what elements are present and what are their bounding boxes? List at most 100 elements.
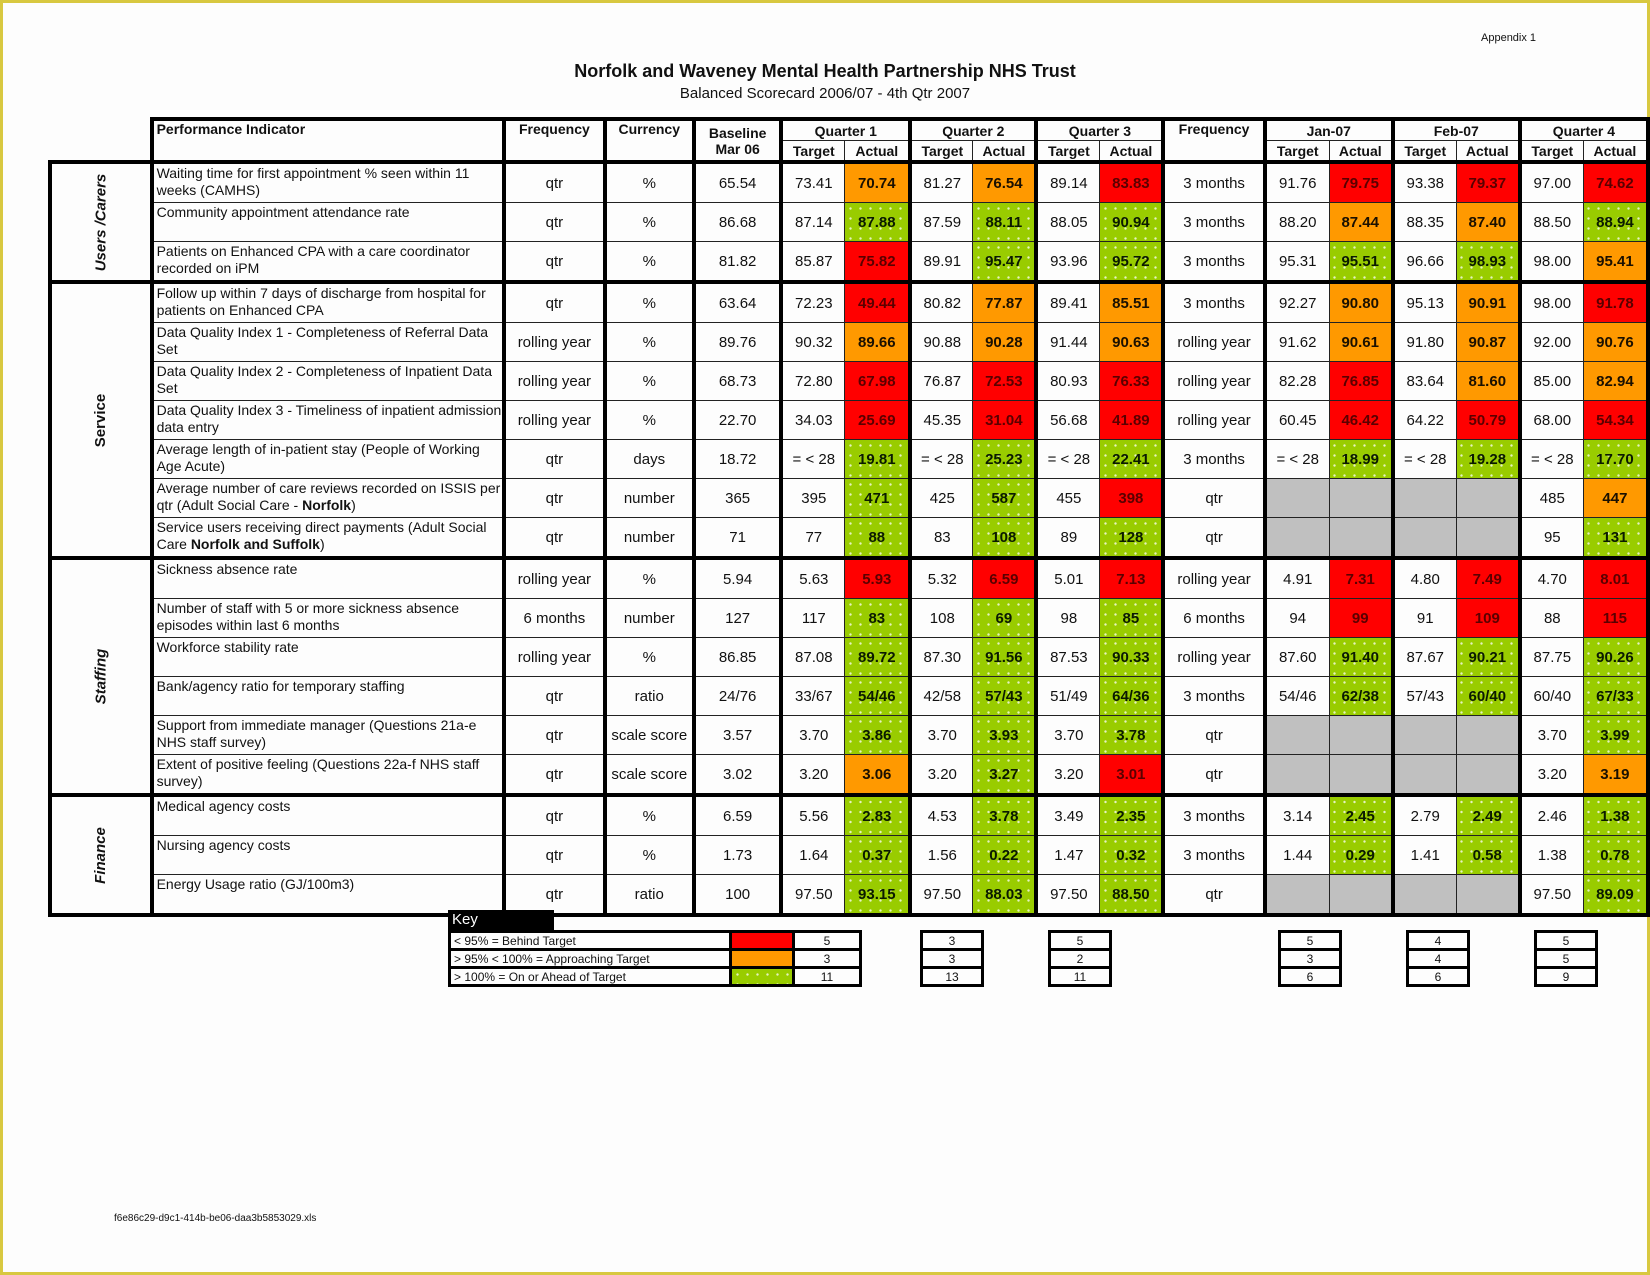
key-swatch-green (729, 966, 795, 987)
q2-target-cell: 97.50 (909, 874, 974, 917)
feb-actual-cell: 60/40 (1455, 676, 1522, 716)
q2-target-cell: 425 (909, 478, 974, 518)
q2-actual-cell: 6.59 (972, 556, 1039, 599)
frequency-2-cell: rolling year (1162, 322, 1267, 362)
summary-jan-approaching: 3 (1278, 948, 1342, 969)
indicator-name: Data Quality Index 2 - Completeness of I… (151, 361, 507, 401)
table-row: Data Quality Index 2 - Completeness of I… (50, 361, 1650, 401)
feb-target-cell: = < 28 (1392, 439, 1457, 479)
q3-actual-cell: 128 (1099, 517, 1166, 559)
currency-cell: scale score (604, 715, 696, 755)
q1-actual-cell: 3.06 (844, 754, 913, 796)
q2-actual-cell: 90.28 (972, 322, 1039, 362)
q3-actual-cell: 0.32 (1099, 835, 1166, 875)
indicator-text-bold: Norfolk (302, 497, 352, 513)
q3-target-cell: = < 28 (1035, 439, 1101, 479)
frequency-2-cell: qtr (1162, 874, 1267, 917)
q4-target-cell: 97.50 (1519, 874, 1584, 917)
frequency-2-cell: qtr (1162, 478, 1267, 518)
q4-actual-cell: 67/33 (1582, 676, 1650, 716)
q4-actual-cell: 1.38 (1582, 793, 1650, 836)
feb-actual-cell (1455, 478, 1522, 518)
table-row: Community appointment attendance rate qtr… (50, 202, 1650, 242)
q3-target-cell: 91.44 (1035, 322, 1101, 362)
q1-target-cell: 87.08 (780, 637, 846, 677)
currency-cell: % (604, 241, 696, 283)
summary-feb-behind: 4 (1406, 930, 1470, 951)
currency-cell: % (604, 556, 696, 599)
jan-actual-cell: 90.80 (1328, 280, 1395, 323)
q4-target-cell: 68.00 (1519, 400, 1584, 440)
jan-target-cell: 95.31 (1264, 241, 1330, 283)
feb-target-cell: 87.67 (1392, 637, 1457, 677)
header-q2: Quarter 2 (909, 117, 1039, 141)
q3-actual-cell: 2.35 (1099, 793, 1166, 836)
frequency-cell: qtr (503, 835, 607, 875)
jan-actual-cell (1328, 478, 1395, 518)
baseline-cell: 86.68 (693, 202, 784, 242)
q4-target-cell: 88.50 (1519, 202, 1584, 242)
q3-actual-cell: 88.50 (1099, 874, 1166, 917)
table-row: Patients on Enhanced CPA with a care coo… (50, 241, 1650, 283)
feb-target-cell: 4.80 (1392, 556, 1457, 599)
feb-target-cell (1392, 715, 1457, 755)
summary-jan: 5 3 6 (1278, 930, 1342, 987)
q4-actual-cell: 90.76 (1582, 322, 1650, 362)
frequency-cell: qtr (503, 874, 607, 917)
feb-target-cell (1392, 874, 1457, 917)
currency-cell: % (604, 793, 696, 836)
currency-cell: number (604, 598, 696, 638)
jan-actual-cell: 18.99 (1328, 439, 1395, 479)
indicator-text: Patients on Enhanced CPA with a care coo… (156, 243, 470, 276)
q4-target-cell: 87.75 (1519, 637, 1584, 677)
indicator-text: Follow up within 7 days of discharge fro… (156, 285, 486, 318)
summary-q4-on-target: 9 (1534, 966, 1598, 987)
feb-actual-cell (1455, 874, 1522, 917)
q1-target-cell: 3.20 (780, 754, 846, 796)
summary-feb: 4 4 6 (1406, 930, 1470, 987)
summary-q4: 5 5 9 (1534, 930, 1598, 987)
indicator-name: Support from immediate manager (Question… (151, 715, 507, 755)
jan-target-cell: = < 28 (1264, 439, 1330, 479)
frequency-cell: qtr (503, 676, 607, 716)
q1-actual-cell: 83 (844, 598, 913, 638)
key-count-q1-approaching: 3 (792, 948, 862, 969)
q3-actual-cell: 41.89 (1099, 400, 1166, 440)
q1-target-cell: 1.64 (780, 835, 846, 875)
q4-target-cell: 97.00 (1519, 160, 1584, 203)
q3-actual-cell: 83.83 (1099, 160, 1166, 203)
baseline-cell: 71 (693, 517, 784, 559)
q1-actual-cell: 5.93 (844, 556, 913, 599)
q4-target-cell: 85.00 (1519, 361, 1584, 401)
summary-feb-approaching: 4 (1406, 948, 1470, 969)
baseline-cell: 65.54 (693, 160, 784, 203)
q2-actual-cell: 95.47 (972, 241, 1039, 283)
feb-actual-cell: 90.21 (1455, 637, 1522, 677)
jan-actual-cell: 2.45 (1328, 793, 1395, 836)
indicator-text: Nursing agency costs (156, 837, 291, 853)
feb-actual-cell: 81.60 (1455, 361, 1522, 401)
feb-target-cell: 96.66 (1392, 241, 1457, 283)
q1-target-cell: = < 28 (780, 439, 846, 479)
currency-cell: % (604, 835, 696, 875)
q1-target-cell: 5.63 (780, 556, 846, 599)
q1-actual-cell: 0.37 (844, 835, 913, 875)
key-row-on-target: > 100% = On or Ahead of Target 11 (448, 966, 862, 987)
frequency-2-cell: qtr (1162, 754, 1267, 796)
key-title: Key (448, 910, 554, 930)
q4-actual-cell: 54.34 (1582, 400, 1650, 440)
q3-target-cell: 5.01 (1035, 556, 1101, 599)
q1-actual-cell: 89.66 (844, 322, 913, 362)
baseline-cell: 3.02 (693, 754, 784, 796)
jan-target-cell (1264, 874, 1330, 917)
jan-actual-cell: 62/38 (1328, 676, 1395, 716)
header-baseline-line1: Baseline (708, 124, 767, 141)
indicator-name: Number of staff with 5 or more sickness … (151, 598, 507, 638)
key-label-approaching: > 95% < 100% = Approaching Target (448, 948, 732, 969)
q4-actual-cell: 131 (1582, 517, 1650, 559)
header-indicator: Performance Indicator (149, 117, 507, 163)
indicator-text-bold: Norfolk and Suffolk (190, 536, 320, 552)
q1-actual-cell: 88 (844, 517, 913, 559)
currency-cell: number (604, 478, 696, 518)
q4-target-cell: 98.00 (1519, 241, 1584, 283)
